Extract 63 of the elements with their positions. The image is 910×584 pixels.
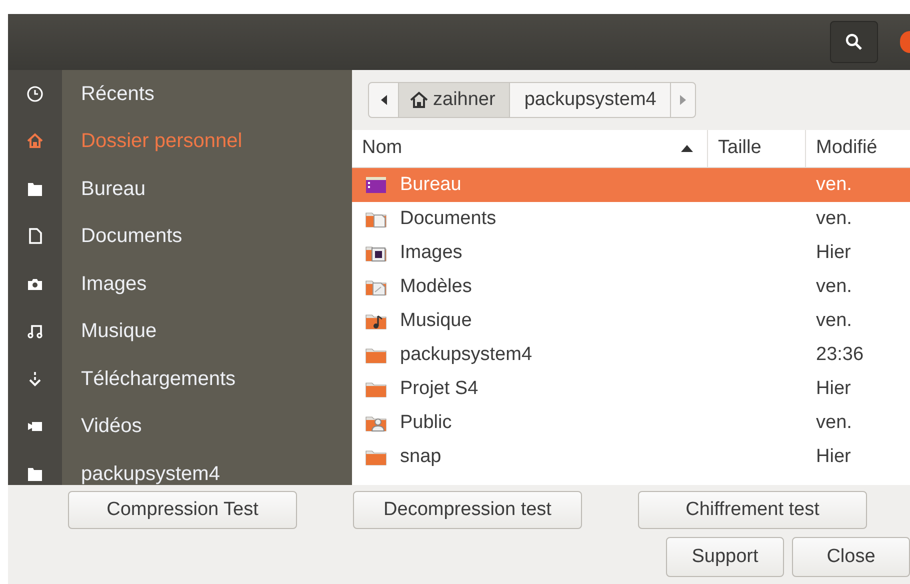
file-name: Images	[400, 240, 462, 265]
file-name: Documents	[400, 206, 496, 231]
column-header[interactable]: Nom	[352, 130, 708, 167]
modified-date: 23:36	[815, 342, 864, 367]
file-name: Bureau	[400, 172, 462, 197]
file-row[interactable]: snap Hier	[352, 440, 910, 474]
clock-icon	[26, 84, 44, 103]
left-arrow-icon	[380, 95, 386, 105]
search-icon	[845, 33, 863, 51]
action-button[interactable]: Decompression test	[353, 491, 582, 529]
modified-date: Hier	[815, 376, 851, 401]
sidebar-item[interactable]: Téléchargements	[8, 355, 352, 402]
music-folder-icon	[365, 312, 387, 330]
document-icon	[26, 227, 44, 246]
file-row[interactable]: Public ven.	[352, 406, 910, 440]
home-icon	[26, 132, 44, 150]
sidebar-item[interactable]: Vidéos	[8, 402, 352, 450]
templates-folder-icon	[365, 278, 387, 296]
public-folder-icon	[365, 414, 387, 432]
desktop-icon	[365, 176, 387, 194]
modified-date: ven.	[815, 172, 852, 197]
close-button[interactable]	[900, 31, 910, 53]
modified-date: ven.	[815, 206, 852, 231]
action-button[interactable]: Compression Test	[68, 491, 297, 529]
modified-date: ven.	[815, 410, 852, 435]
modified-date: ven.	[815, 308, 852, 333]
folder-icon	[365, 448, 387, 466]
file-name: Public	[400, 410, 452, 435]
sidebar-item[interactable]: packupsystem4	[8, 450, 352, 485]
dialog-button[interactable]: Close	[792, 537, 910, 577]
path-segment[interactable]: packupsystem4	[510, 83, 672, 117]
file-name: Projet S4	[400, 376, 478, 401]
right-arrow-icon	[680, 95, 686, 105]
pictures-folder-icon	[365, 244, 387, 262]
action-button[interactable]: Chiffrement test	[638, 491, 867, 529]
file-row[interactable]: Documents ven.	[352, 202, 910, 236]
file-name: Musique	[400, 308, 472, 333]
file-row[interactable]: packupsystem4 23:36	[352, 338, 910, 372]
file-name: packupsystem4	[400, 342, 532, 367]
sort-arrow-icon	[681, 145, 693, 152]
column-header[interactable]: Taille	[708, 130, 806, 167]
modified-date: Hier	[815, 240, 851, 265]
column-header[interactable]: Modifié	[806, 130, 910, 167]
sidebar-item[interactable]: Bureau	[8, 165, 352, 212]
path-segment[interactable]: zaihner	[399, 83, 510, 117]
sidebar-item[interactable]: Récents	[8, 70, 352, 118]
folder-icon	[365, 346, 387, 364]
file-row[interactable]: Modèles ven.	[352, 270, 910, 304]
file-name: Modèles	[400, 274, 472, 299]
folder-icon	[365, 380, 387, 398]
modified-date: Hier	[815, 444, 851, 469]
sidebar-item[interactable]: Musique	[8, 308, 352, 355]
file-name: snap	[400, 444, 442, 469]
sidebar-item[interactable]: Documents	[8, 212, 352, 260]
music-icon	[26, 322, 44, 340]
sidebar-item[interactable]: Images	[8, 260, 352, 308]
file-row[interactable]: Musique ven.	[352, 304, 910, 338]
dialog-button[interactable]: Support	[666, 537, 784, 577]
file-row[interactable]: Images Hier	[352, 236, 910, 270]
modified-date: ven.	[815, 274, 852, 299]
search-button[interactable]	[830, 21, 878, 63]
file-row[interactable]: Projet S4 Hier	[352, 372, 910, 406]
documents-folder-icon	[365, 210, 387, 228]
